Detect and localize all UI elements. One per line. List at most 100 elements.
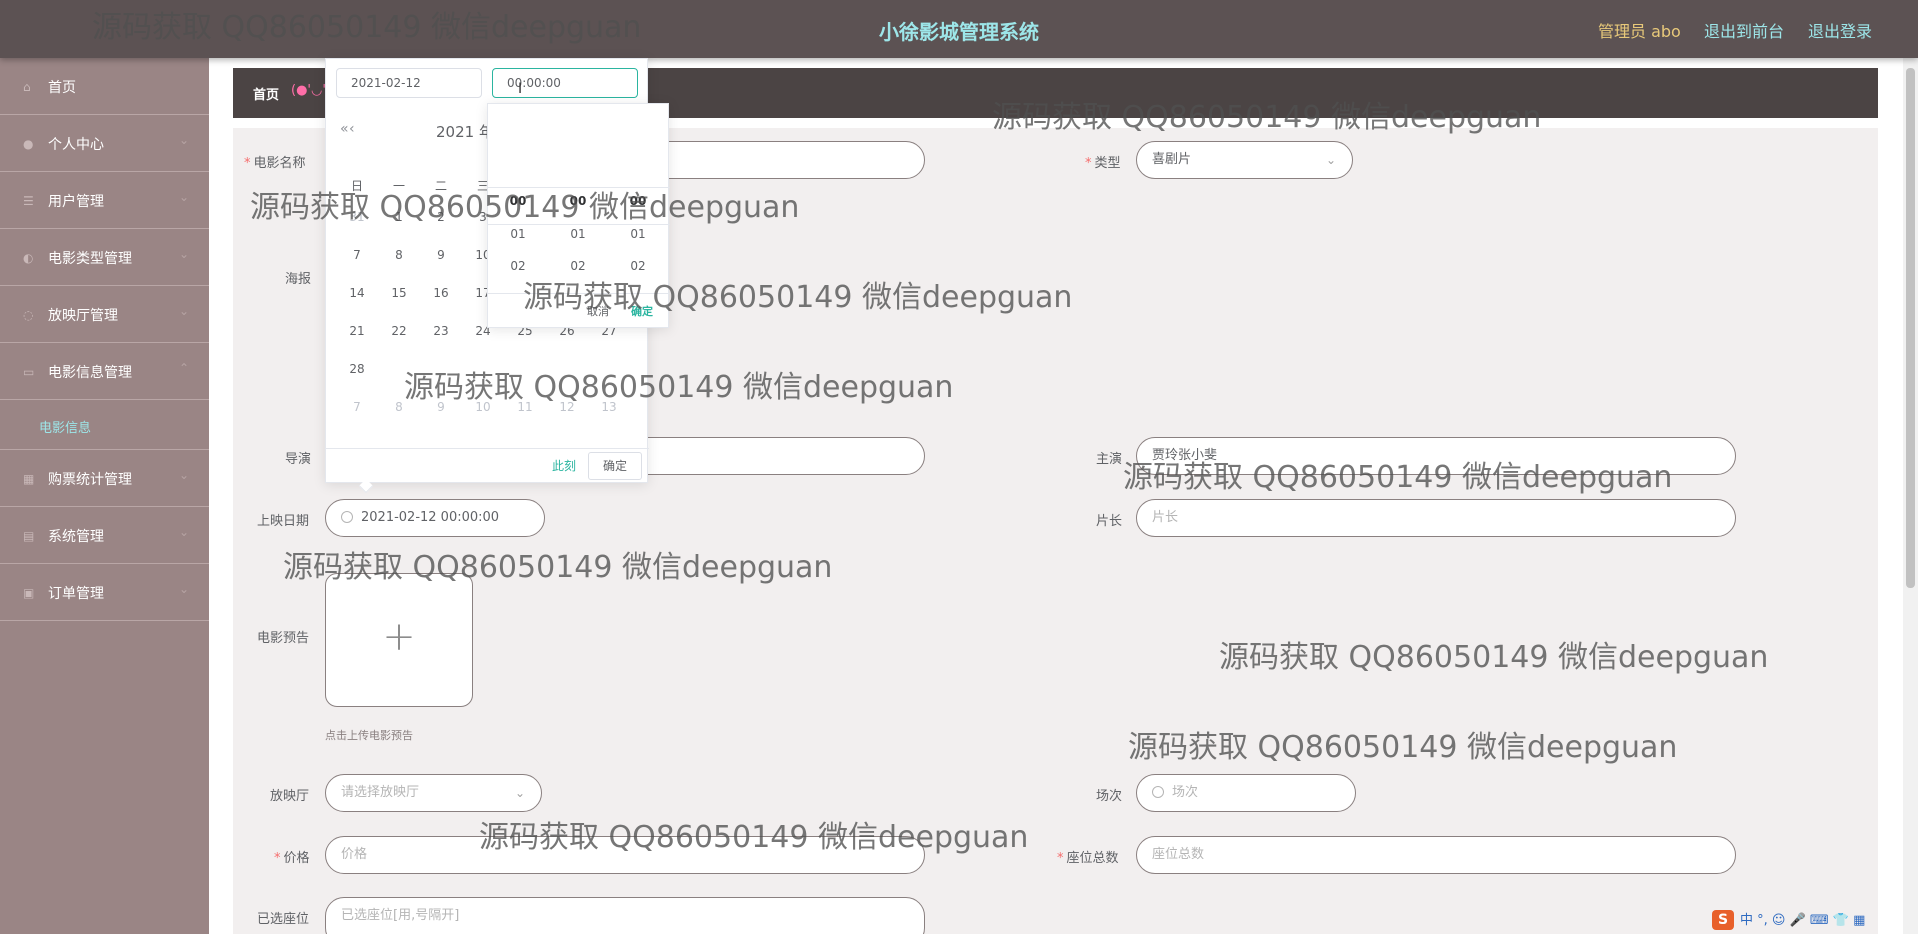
spinner-confirm-button[interactable]: 确定 [631,303,653,319]
calendar-day[interactable]: 7 [336,240,378,270]
price-label: * 价格 [274,851,310,866]
sidebar-item-orders[interactable]: ▣ 订单管理 ⌄ [0,564,209,621]
sidebar-item-halls[interactable]: ◌ 放映厅管理 ⌄ [0,286,209,343]
sidebar-item-label: 电影信息管理 [48,365,132,381]
chart-icon: ▦ [23,472,35,486]
selected-seats-input[interactable]: 已选座位[用,号隔开] [325,897,925,934]
calendar-day[interactable]: 7 [336,392,378,422]
hall-label: 放映厅 [270,789,310,804]
calendar-day[interactable]: 11 [504,392,546,422]
logout-link[interactable]: 退出登录 [1808,18,1872,42]
minute-column[interactable]: 00 01 02 [548,104,608,289]
text-cursor-icon: I [518,81,523,97]
calendar-day[interactable]: 16 [420,278,462,308]
type-select[interactable]: 喜剧片 ⌄ [1136,141,1353,179]
second-option[interactable]: 01 [608,227,668,241]
hall-select[interactable]: 请选择放映厅 ⌄ [325,774,542,812]
breadcrumb-home[interactable]: 首页 [253,84,279,103]
picker-confirm-button[interactable]: 确定 [588,452,642,480]
calendar-day[interactable]: 14 [336,278,378,308]
exit-to-front-link[interactable]: 退出到前台 [1704,18,1784,42]
chevron-down-icon: ⌄ [514,786,525,800]
release-date-input[interactable]: 2021-02-12 00:00:00 [325,499,545,537]
chevron-up-icon: ⌃ [178,361,189,375]
calendar-day[interactable]: 21 [336,316,378,346]
minute-option[interactable]: 02 [548,259,608,273]
calendar-day[interactable]: 15 [378,278,420,308]
minute-option[interactable]: 00 [548,194,608,208]
spinner-cancel-button[interactable]: 取消 [587,303,609,319]
calendar-day[interactable]: 1 [378,202,420,232]
seats-total-input[interactable]: 座位总数 [1136,836,1736,874]
time-spinner: 00 01 02 00 01 02 00 01 02 取消 确定 [487,103,670,328]
session-input[interactable]: 场次 [1136,774,1356,812]
sidebar-item-system[interactable]: ▤ 系统管理 ⌄ [0,507,209,564]
trailer-upload-box[interactable]: + [325,573,473,707]
picker-footer-divider [326,448,649,449]
hour-option[interactable]: 02 [488,259,548,273]
calendar-day[interactable]: 9 [420,240,462,270]
calendar-day[interactable]: 23 [420,316,462,346]
picker-now-button[interactable]: 此刻 [552,457,576,474]
second-column[interactable]: 00 01 02 [608,104,668,289]
calendar-day[interactable]: 12 [546,392,588,422]
scrollbar-thumb[interactable] [1906,68,1915,588]
price-input[interactable]: 价格 [325,836,925,874]
calendar-day[interactable]: 28 [336,354,378,384]
hour-option[interactable]: 00 [488,194,548,208]
hour-option[interactable]: 01 [488,227,548,241]
sidebar-item-profile[interactable]: ● 个人中心 ⌄ [0,115,209,172]
picker-date-input[interactable]: 2021-02-12 [336,68,482,98]
type-label: * 类型 [1085,156,1121,171]
second-option[interactable]: 00 [608,194,668,208]
calendar-day[interactable]: 13 [588,392,630,422]
calendar-day[interactable]: 8 [378,240,420,270]
picker-month-label: 2021 年 [436,123,494,141]
weekday-header: 一 [392,179,405,193]
calendar-day[interactable]: 9 [420,392,462,422]
length-input[interactable]: 片长 [1136,499,1736,537]
submenu-item-label: 电影信息 [39,421,92,436]
user-icon: ● [23,137,34,151]
calendar-day[interactable]: 10 [462,392,504,422]
sidebar-item-ticket-stats[interactable]: ▦ 购票统计管理 ⌄ [0,450,209,507]
admin-name: 管理员 abo [1598,22,1681,41]
calendar-day[interactable]: 8 [378,392,420,422]
sidebar-item-label: 电影类型管理 [48,251,132,267]
sidebar-item-movie-types[interactable]: ◐ 电影类型管理 ⌄ [0,229,209,286]
hour-column[interactable]: 00 01 02 [488,104,548,289]
film-icon: ▭ [23,365,35,379]
order-icon: ▣ [23,586,35,600]
ime-toolbar[interactable]: S 中 °, ☺ 🎤 ⌨ 👕 ▦ [1712,909,1865,931]
prev-year-icon[interactable]: « ‹ [340,121,355,137]
sidebar-item-label: 购票统计管理 [48,472,132,488]
chevron-down-icon: ⌄ [178,133,189,147]
poster-label: 海报 [285,272,312,287]
submenu-item-movie-info[interactable]: 电影信息 [0,400,209,450]
minute-option[interactable]: 01 [548,227,608,241]
calendar-day[interactable]: 2 [420,202,462,232]
sidebar-item-home[interactable]: ⌂ 首页 [0,58,209,115]
second-option[interactable]: 02 [608,259,668,273]
chevron-down-icon: ⌄ [178,468,189,482]
seats-total-label: * 座位总数 [1057,851,1119,866]
chevron-down-icon: ⌄ [178,304,189,318]
picker-time-input[interactable]: 00:00:00 I [492,68,638,98]
chevron-down-icon: ⌄ [1325,153,1336,167]
trailer-label: 电影预告 [257,631,310,646]
cast-input[interactable]: 贾玲张小斐 [1136,437,1736,475]
selected-seats-label: 已选座位 [257,912,310,927]
length-label: 片长 [1096,514,1123,529]
spinner-highlight-bottom [488,224,670,225]
calendar-day[interactable]: 31 [336,202,378,232]
plus-icon: + [382,614,416,660]
screen-icon: ◌ [23,308,34,322]
weekday-header: 日 [350,179,363,193]
calendar-day[interactable]: 22 [378,316,420,346]
movie-name-label: * 电影名称 [244,156,306,171]
sidebar-item-label: 个人中心 [48,137,104,153]
sidebar-item-users[interactable]: ☰ 用户管理 ⌄ [0,172,209,229]
chevron-down-icon: ⌄ [178,582,189,596]
page-scrollbar[interactable] [1903,58,1918,934]
sidebar-item-movie-info[interactable]: ▭ 电影信息管理 ⌃ [0,343,209,400]
